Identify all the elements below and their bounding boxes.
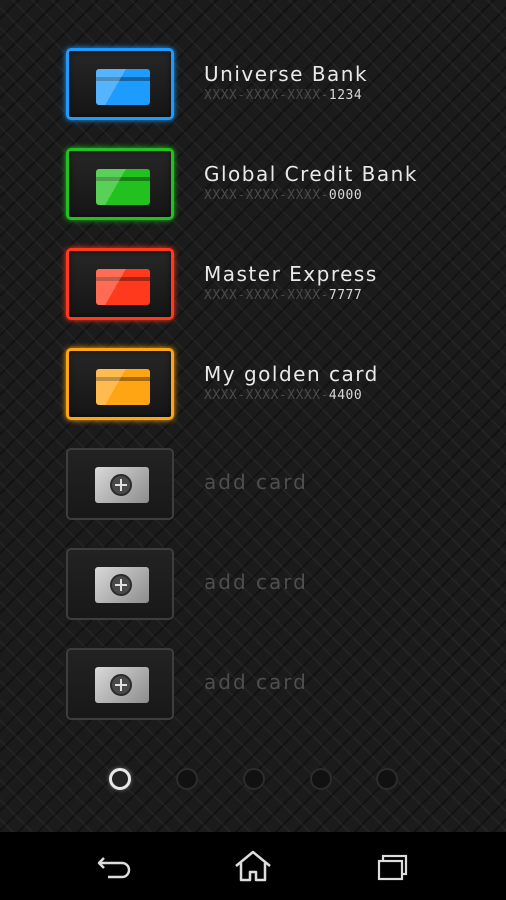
page-dot[interactable] (243, 768, 265, 790)
card-tile[interactable] (66, 48, 174, 120)
card-name: Universe Bank (204, 62, 369, 86)
card-tile[interactable] (66, 348, 174, 420)
back-icon (97, 857, 131, 879)
add-card-tile[interactable] (66, 548, 174, 620)
add-card-slot[interactable]: add card (66, 448, 486, 520)
add-card-label: add card (204, 670, 308, 694)
recents-icon (377, 854, 408, 881)
credit-card-icon (96, 369, 150, 405)
card-row-universe-bank[interactable]: Universe Bank XXXX-XXXX-XXXX-1234 (66, 48, 486, 120)
add-card-label: add card (204, 470, 308, 494)
card-number: XXXX-XXXX-XXXX-1234 (204, 88, 363, 103)
home-button[interactable] (229, 846, 277, 886)
page-dot[interactable] (310, 768, 332, 790)
page-indicator (0, 762, 506, 796)
card-tile[interactable] (66, 248, 174, 320)
add-card-slot[interactable]: add card (66, 648, 486, 720)
add-card-tile[interactable] (66, 648, 174, 720)
card-number: XXXX-XXXX-XXXX-0000 (204, 188, 363, 203)
card-number: XXXX-XXXX-XXXX-4400 (204, 388, 363, 403)
add-card-tile[interactable] (66, 448, 174, 520)
add-card-icon (95, 667, 149, 703)
page-dot[interactable] (176, 768, 198, 790)
credit-card-icon (96, 269, 150, 305)
credit-card-icon (96, 169, 150, 205)
card-row-my-golden-card[interactable]: My golden card XXXX-XXXX-XXXX-4400 (66, 348, 486, 420)
add-card-label: add card (204, 570, 308, 594)
card-name: My golden card (204, 362, 379, 386)
add-card-icon (95, 467, 149, 503)
page-dot-active[interactable] (109, 768, 131, 790)
add-card-slot[interactable]: add card (66, 548, 486, 620)
card-name: Master Express (204, 262, 378, 286)
card-row-master-express[interactable]: Master Express XXXX-XXXX-XXXX-7777 (66, 248, 486, 320)
page-dot[interactable] (376, 768, 398, 790)
add-card-icon (95, 567, 149, 603)
card-row-global-credit-bank[interactable]: Global Credit Bank XXXX-XXXX-XXXX-0000 (66, 148, 486, 220)
card-number: XXXX-XXXX-XXXX-7777 (204, 288, 363, 303)
wallet-screen: Universe Bank XXXX-XXXX-XXXX-1234 Global… (0, 0, 506, 900)
system-navigation-bar (0, 832, 506, 900)
home-icon (235, 850, 271, 882)
recents-button[interactable] (369, 846, 417, 886)
back-button[interactable] (90, 846, 138, 886)
card-name: Global Credit Bank (204, 162, 418, 186)
card-tile[interactable] (66, 148, 174, 220)
credit-card-icon (96, 69, 150, 105)
